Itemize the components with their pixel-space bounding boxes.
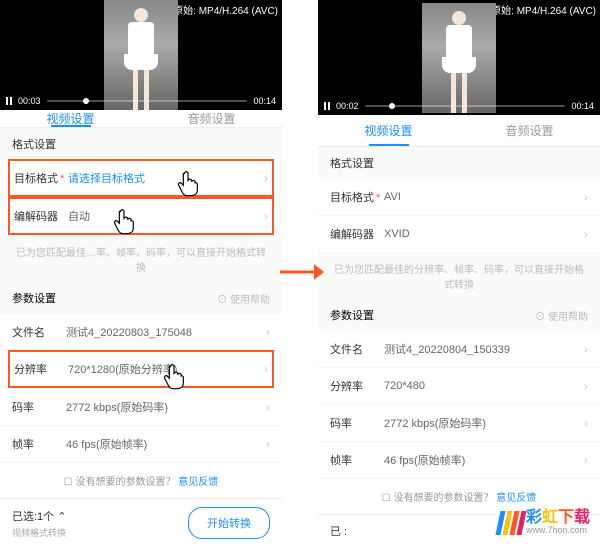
tip-text: 已为您匹配最佳的分辨率、帧率、码率，可以直接开始格式转换 [318,253,600,299]
label-target-format: 目标格式* [14,170,68,186]
selected-count[interactable]: 已选:1个 ⌃ [12,508,66,524]
tab-video[interactable]: 视频设置 [0,110,141,127]
label-target-format: 目标格式* [330,189,384,205]
chevron-right-icon: › [266,400,270,414]
video-thumbnail [422,3,496,113]
row-resolution[interactable]: 分辨率 720*1280(原始分辨率) › [8,350,274,388]
help-link[interactable]: ⊙ 使用帮助 [217,291,270,306]
row-filename[interactable]: 文件名 测试4_20220804_150339 › [318,331,600,368]
label-framerate: 帧率 [12,436,66,452]
row-bitrate[interactable]: 码率 2772 kbps(原始码率) › [318,405,600,442]
progress-bar[interactable] [365,105,566,107]
value-resolution: 720*480 [384,380,584,392]
settings-tabs: 视频设置 音频设置 [318,115,600,147]
value-codec: 自动 [68,208,264,224]
chevron-right-icon: › [264,171,268,185]
section-params: 参数设置 [330,307,374,323]
chevron-right-icon: › [584,416,588,430]
pause-icon[interactable] [6,97,12,105]
chevron-right-icon: › [584,342,588,356]
chevron-right-icon: › [266,437,270,451]
phone-right: 原始: MP4/H.264 (AVC) 00:02 00:14 视频设置 音频设… [318,0,600,547]
selected-sub: 视频格式转换 [12,526,66,539]
value-codec: XVID [384,228,584,240]
value-resolution: 720*1280(原始分辨率) [68,361,264,377]
label-resolution: 分辨率 [14,361,68,377]
label-filename: 文件名 [330,341,384,357]
video-player[interactable]: 原始: MP4/H.264 (AVC) 00:02 00:14 [318,0,600,115]
time-total: 00:14 [571,101,594,111]
row-framerate[interactable]: 帧率 46 fps(原始帧率) › [318,442,600,479]
convert-button[interactable]: 开始转换 [188,507,270,539]
chevron-right-icon: › [584,453,588,467]
pause-icon[interactable] [324,102,330,110]
row-target-format[interactable]: 目标格式* AVI › [318,179,600,216]
value-target-format: AVI [384,191,584,203]
feedback-link[interactable]: 意见反馈 [178,477,218,488]
section-format: 格式设置 [0,128,282,160]
label-codec: 编解码器 [14,208,68,224]
time-current: 00:02 [336,101,359,111]
label-bitrate: 码率 [12,399,66,415]
label-codec: 编解码器 [330,226,384,242]
site-logo: 彩虹下载 www.7hon.com [496,508,592,537]
phone-left: 原始: MP4/H.264 (AVC) 00:03 00:14 视频设置 音频设… [0,0,282,547]
help-link[interactable]: ⊙ 使用帮助 [535,308,588,323]
label-framerate: 帧率 [330,452,384,468]
logo-text: 彩虹下载 [526,510,590,526]
video-controls: 00:02 00:14 [324,101,594,111]
row-resolution[interactable]: 分辨率 720*480 › [318,368,600,405]
row-bitrate[interactable]: 码率 2772 kbps(原始码率) › [0,389,282,426]
time-total: 00:14 [253,96,276,106]
chevron-right-icon: › [584,379,588,393]
time-current: 00:03 [18,96,41,106]
row-framerate[interactable]: 帧率 46 fps(原始帧率) › [0,426,282,463]
chevron-right-icon: › [264,209,268,223]
row-codec[interactable]: 编解码器 XVID › [318,216,600,253]
value-bitrate: 2772 kbps(原始码率) [66,399,266,415]
logo-url: www.7hon.com [526,526,590,535]
value-bitrate: 2772 kbps(原始码率) [384,415,584,431]
label-resolution: 分辨率 [330,378,384,394]
video-thumbnail [104,0,178,110]
tip-text: 已为您匹配最佳…率、帧率、码率，可以直接开始格式转换 [0,236,282,282]
feedback-link[interactable]: 意见反馈 [496,493,536,504]
tab-audio[interactable]: 音频设置 [459,115,600,146]
label-bitrate: 码率 [330,415,384,431]
label-filename: 文件名 [12,324,66,340]
value-filename: 测试4_20220803_175048 [66,324,266,340]
video-format-label: 原始: MP4/H.264 (AVC) [173,2,278,17]
value-filename: 测试4_20220804_150339 [384,341,584,357]
section-params: 参数设置 [12,290,56,306]
video-controls: 00:03 00:14 [6,96,276,106]
row-filename[interactable]: 文件名 测试4_20220803_175048 › [0,314,282,351]
tab-video[interactable]: 视频设置 [318,115,459,146]
settings-tabs: 视频设置 音频设置 [0,110,282,128]
video-format-label: 原始: MP4/H.264 (AVC) [491,2,596,17]
chevron-right-icon: › [584,190,588,204]
logo-icon [498,511,524,535]
row-target-format[interactable]: 目标格式* 请选择目标格式 › [8,159,274,197]
section-format: 格式设置 [318,147,600,179]
chevron-right-icon: › [266,325,270,339]
selected-count[interactable]: 已 : [330,523,347,539]
video-player[interactable]: 原始: MP4/H.264 (AVC) 00:03 00:14 [0,0,282,110]
chevron-right-icon: › [264,362,268,376]
value-target-format: 请选择目标格式 [68,170,264,186]
footer-bar: 已选:1个 ⌃ 视频格式转换 开始转换 [0,498,282,547]
feedback-bar: ☐ 没有想要的参数设置？ 意见反馈 [0,463,282,498]
value-framerate: 46 fps(原始帧率) [384,452,584,468]
tab-audio[interactable]: 音频设置 [141,110,282,127]
chevron-right-icon: › [584,227,588,241]
arrow-right-icon [280,260,324,289]
value-framerate: 46 fps(原始帧率) [66,436,266,452]
row-codec[interactable]: 编解码器 自动 › [8,197,274,235]
progress-bar[interactable] [47,100,248,102]
